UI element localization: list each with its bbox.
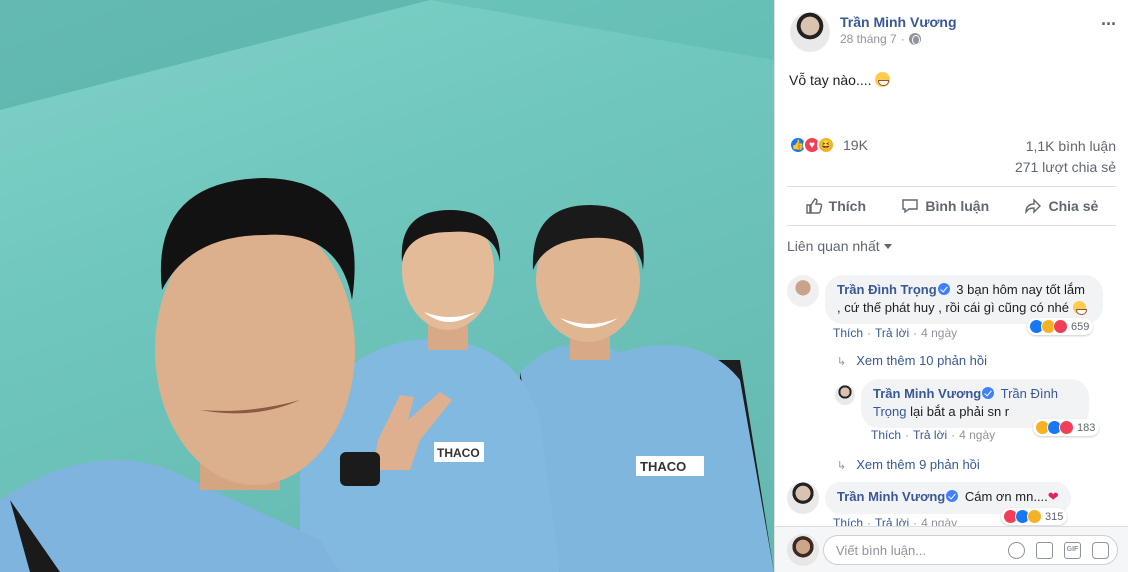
verified-icon [982, 387, 995, 399]
more-replies-label: Xem thêm 10 phản hồi [856, 353, 988, 368]
selfie-illustration: THACO THACO [0, 0, 774, 572]
more-replies-link[interactable]: ↳ Xem thêm 10 phản hồi [837, 353, 987, 368]
verified-icon [946, 490, 959, 502]
comment-bubble: Trần Đình Trọng 3 bạn hôm nay tốt lắm , … [825, 275, 1103, 324]
reply-meta: Thích · Trả lời · 4 ngày [871, 428, 996, 442]
comment-label: Bình luận [925, 198, 990, 214]
share-label: Chia sẻ [1048, 198, 1099, 214]
more-icon: ··· [1101, 14, 1117, 34]
post-text: Vỗ tay nào.... [789, 72, 891, 88]
comment-composer: Viết bình luận... GIF [775, 526, 1128, 572]
reaction-count: 19K [843, 137, 868, 153]
reply-arrow-icon: ↳ [837, 460, 847, 472]
haha-icon [1027, 509, 1042, 524]
share-count[interactable]: 271 lượt chia sẻ [1015, 157, 1116, 178]
comment-time[interactable]: 4 ngày [921, 326, 957, 340]
sort-label: Liên quan nhất [787, 238, 880, 254]
post-stats: 1,1K bình luận 271 lượt chia sẻ [1015, 136, 1116, 178]
comment-meta: Thích · Trả lời · 4 ngày [833, 326, 958, 340]
caret-down-icon [883, 244, 892, 249]
comment-reply-link[interactable]: Trả lời [875, 326, 909, 340]
comment-sort-dropdown[interactable]: Liên quan nhất [787, 238, 892, 254]
globe-icon [908, 33, 921, 45]
comment-reactions[interactable]: 315 [1001, 508, 1068, 525]
current-user-avatar [787, 534, 819, 566]
comment-icon [902, 199, 919, 214]
commenter-avatar[interactable] [787, 482, 819, 514]
comment-placeholder: Viết bình luận... [836, 543, 927, 558]
post-header: Trần Minh Vương 28 tháng 7 · [790, 12, 957, 52]
more-replies-link[interactable]: ↳ Xem thêm 9 phản hồi [837, 457, 980, 472]
more-options-button[interactable]: ··· [1101, 14, 1117, 35]
post-panel: Trần Minh Vương 28 tháng 7 · ··· Vỗ tay … [774, 0, 1128, 572]
like-label: Thích [828, 198, 867, 214]
reply-time[interactable]: 4 ngày [959, 428, 995, 442]
verified-icon [937, 283, 950, 295]
comment-item: Trần Đình Trọng 3 bạn hôm nay tốt lắm , … [787, 275, 1103, 324]
haha-icon: 😆 [817, 136, 835, 154]
sticker-icon[interactable] [1092, 542, 1109, 559]
reaction-number: 659 [1071, 320, 1090, 333]
commenter-name[interactable]: Trần Đình Trọng [837, 282, 937, 297]
action-bar: Thích Bình luận Chia sẻ [787, 186, 1116, 226]
replier-avatar[interactable] [835, 385, 855, 405]
svg-text:THACO: THACO [437, 446, 480, 460]
svg-text:THACO: THACO [640, 459, 686, 474]
gif-icon[interactable]: GIF [1064, 542, 1081, 559]
comment-like-link[interactable]: Thích [833, 326, 863, 340]
author-name[interactable]: Trần Minh Vương [840, 12, 957, 32]
reaction-number: 315 [1045, 510, 1064, 523]
reaction-summary[interactable]: 👍 ♥ 😆 19K [789, 136, 868, 154]
reply-reply-link[interactable]: Trả lời [913, 428, 947, 442]
comment-button[interactable]: Bình luận [901, 197, 989, 215]
reaction-number: 183 [1077, 421, 1096, 434]
replier-name[interactable]: Trần Minh Vương [873, 386, 981, 401]
author-avatar[interactable] [790, 12, 830, 52]
like-icon [805, 198, 822, 214]
reply-like-link[interactable]: Thích [871, 428, 901, 442]
post-caption: Vỗ tay nào.... [789, 72, 872, 88]
share-icon [1025, 198, 1042, 215]
more-replies-label: Xem thêm 9 phản hồi [856, 457, 980, 472]
comment-input[interactable]: Viết bình luận... GIF [823, 535, 1118, 565]
share-button[interactable]: Chia sẻ [1024, 197, 1098, 215]
comment-reactions[interactable]: 659 [1027, 318, 1094, 335]
reply-text: lại bắt a phải sn r [910, 404, 1010, 419]
post-photo[interactable]: THACO THACO [0, 0, 774, 572]
comment-count[interactable]: 1,1K bình luận [1015, 136, 1116, 157]
emoji-icon [875, 72, 891, 87]
heart-emoji-icon: ❤ [1047, 489, 1059, 504]
camera-icon[interactable] [1036, 542, 1053, 559]
post-date[interactable]: 28 tháng 7 [840, 32, 897, 46]
like-button[interactable]: Thích [805, 197, 866, 215]
emoji-icon [1072, 301, 1087, 315]
love-icon [1059, 420, 1074, 435]
reply-reactions[interactable]: 183 [1033, 419, 1100, 436]
commenter-name[interactable]: Trần Minh Vương [837, 489, 945, 504]
love-icon [1053, 319, 1068, 334]
reply-arrow-icon: ↳ [837, 356, 847, 368]
emoji-icon[interactable] [1008, 542, 1025, 559]
commenter-avatar[interactable] [787, 275, 819, 307]
comment-text: Cám ơn mn.... [964, 489, 1048, 504]
